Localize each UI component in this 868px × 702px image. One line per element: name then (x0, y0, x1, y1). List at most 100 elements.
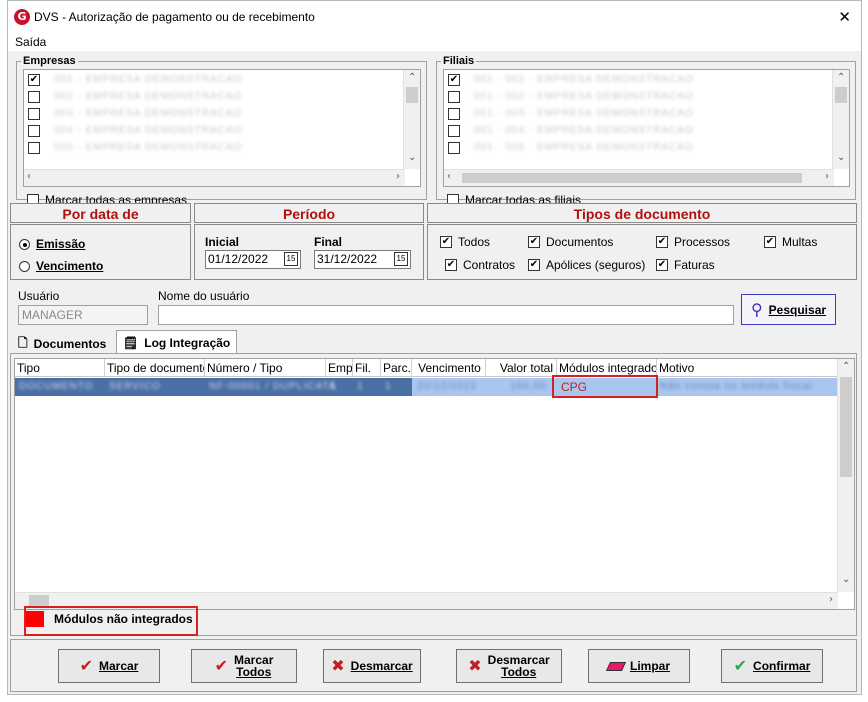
checkbox[interactable]: ✔ (528, 236, 540, 248)
tipos-panel: ✔ Todos ✔ Contratos ✔ Documentos ✔ Apólices … (427, 224, 857, 280)
confirmar-button[interactable]: ✔ Confirmar (721, 649, 823, 683)
checkbox-documentos[interactable]: ✔ Documentos (528, 235, 613, 249)
x-mark-icon: ✖ (331, 656, 345, 675)
window-title: DVS - Autorização de pagamento ou de rec… (34, 10, 315, 24)
checkbox[interactable] (448, 107, 460, 120)
scroll-down-icon[interactable]: ⌄ (837, 152, 845, 163)
main-window: G DVS - Autorização de pagamento ou de r… (7, 0, 862, 695)
checkbox-multas[interactable]: ✔ Multas (764, 235, 817, 249)
scroll-thumb[interactable] (835, 87, 847, 103)
scroll-thumb[interactable] (29, 595, 49, 606)
checkbox[interactable] (448, 124, 460, 137)
checkbox-todos[interactable]: ✔ Todos (440, 235, 490, 249)
por-data-panel: Emissão Vencimento (10, 224, 191, 280)
marcar-button[interactable]: ✔ Marcar (58, 649, 160, 683)
radio-button[interactable] (19, 260, 30, 272)
scroll-down-icon[interactable]: ⌄ (842, 574, 850, 585)
horizontal-scrollbar[interactable]: ‹ › (444, 169, 834, 186)
list-item[interactable]: ✔ 001 - 001 - EMPRESA DEMONSTRACAO (448, 71, 694, 88)
usuario-field[interactable]: MANAGER (18, 305, 148, 325)
grid-vertical-scrollbar[interactable]: ⌃ ⌄ (837, 359, 854, 592)
marcar-todos-button[interactable]: ✔ Marcar Todos (191, 649, 297, 683)
list-item[interactable]: 001 - 005 - EMPRESA DEMONSTRACAO (448, 139, 694, 156)
checkbox[interactable]: ✔ (656, 236, 668, 248)
col-header-emp[interactable]: Emp. (326, 359, 353, 377)
scroll-right-icon[interactable]: › (825, 171, 829, 182)
checkbox[interactable] (28, 141, 40, 154)
checkbox[interactable] (28, 107, 40, 120)
scroll-up-icon[interactable]: ⌃ (842, 361, 850, 372)
list-item[interactable]: 003 - EMPRESA DEMONSTRACAO (28, 105, 242, 122)
nome-usuario-label: Nome do usuário (158, 289, 250, 303)
scroll-up-icon[interactable]: ⌃ (837, 72, 845, 83)
checkbox[interactable] (448, 141, 460, 154)
integration-log-grid[interactable]: Tipo Tipo de documento Número / Tipo Emp… (14, 358, 855, 610)
menu-saida[interactable]: Saída (15, 35, 46, 49)
scroll-down-icon[interactable]: ⌄ (408, 152, 416, 163)
checkbox[interactable] (448, 90, 460, 103)
periodo-header: Período (194, 203, 424, 223)
filiais-list[interactable]: ✔ 001 - 001 - EMPRESA DEMONSTRACAO 001 - … (443, 69, 850, 187)
scroll-left-icon[interactable]: ‹ (27, 171, 31, 182)
list-item[interactable]: 001 - 004 - EMPRESA DEMONSTRACAO (448, 122, 694, 139)
table-row[interactable]: DOCUMENTO SERVICO NF-00001 / DUPLICATA 1… (15, 378, 838, 396)
checkbox[interactable]: ✔ (448, 73, 460, 86)
app-logo-icon: G (14, 9, 30, 25)
calendar-icon[interactable]: 15 (284, 252, 298, 266)
checkbox[interactable]: ✔ (28, 73, 40, 86)
desmarcar-todos-button[interactable]: ✖ Desmarcar Todos (456, 649, 562, 683)
vertical-scrollbar[interactable]: ⌃ ⌄ (403, 70, 420, 169)
col-header-valor-total[interactable]: Valor total (486, 359, 557, 377)
radio-button[interactable] (19, 238, 30, 250)
notepad-icon: 🗒 (123, 335, 139, 350)
empresas-list[interactable]: ✔ 001 - EMPRESA DEMONSTRACAO 002 - EMPRES… (23, 69, 421, 187)
checkbox[interactable] (28, 124, 40, 137)
vertical-scrollbar[interactable]: ⌃ ⌄ (832, 70, 849, 169)
checkbox-apolices[interactable]: ✔ Apólices (seguros) (528, 258, 645, 272)
tab-documentos[interactable]: 🗋 Documentos (12, 333, 112, 355)
scroll-left-icon[interactable]: ‹ (447, 171, 451, 182)
checkbox-contratos[interactable]: ✔ Contratos (445, 258, 515, 272)
x-mark-icon: ✖ (468, 656, 482, 675)
radio-vencimento[interactable]: Vencimento (19, 259, 103, 273)
col-header-numero-tipo[interactable]: Número / Tipo (205, 359, 326, 377)
radio-emissao[interactable]: Emissão (19, 237, 85, 251)
scroll-up-icon[interactable]: ⌃ (408, 72, 416, 83)
desmarcar-button[interactable]: ✖ Desmarcar (323, 649, 421, 683)
checkbox[interactable]: ✔ (656, 259, 668, 271)
checkbox[interactable]: ✔ (440, 236, 452, 248)
periodo-panel: Inicial 01/12/2022 15 Final 31/12/2022 1… (194, 224, 424, 280)
list-item[interactable]: 001 - 003 - EMPRESA DEMONSTRACAO (448, 105, 694, 122)
col-header-parc[interactable]: Parc. (381, 359, 412, 377)
close-icon[interactable]: ✕ (838, 8, 851, 26)
tab-log-integracao[interactable]: 🗒 Log Integração (116, 330, 238, 354)
list-item[interactable]: ✔ 001 - EMPRESA DEMONSTRACAO (28, 71, 242, 88)
list-item[interactable]: 002 - EMPRESA DEMONSTRACAO (28, 88, 242, 105)
calendar-icon[interactable]: 15 (394, 252, 408, 266)
list-item[interactable]: 001 - 002 - EMPRESA DEMONSTRACAO (448, 88, 694, 105)
scroll-thumb[interactable] (462, 173, 802, 183)
scroll-right-icon[interactable]: › (396, 171, 400, 182)
nome-usuario-field[interactable] (158, 305, 734, 325)
scroll-thumb[interactable] (840, 377, 852, 477)
checkbox[interactable]: ✔ (445, 259, 457, 271)
checkbox[interactable]: ✔ (528, 259, 540, 271)
pesquisar-button[interactable]: ⚲ Pesquisar (741, 294, 836, 325)
scroll-thumb[interactable] (406, 87, 418, 103)
col-header-fil[interactable]: Fil. (353, 359, 381, 377)
horizontal-scrollbar[interactable]: ‹ › (24, 169, 405, 186)
checkbox-faturas[interactable]: ✔ Faturas (656, 258, 715, 272)
col-header-tipo-documento[interactable]: Tipo de documento (105, 359, 205, 377)
list-item[interactable]: 004 - EMPRESA DEMONSTRACAO (28, 122, 242, 139)
col-header-tipo[interactable]: Tipo (15, 359, 105, 377)
inicial-date-input[interactable]: 01/12/2022 15 (205, 250, 301, 269)
col-header-motivo[interactable]: Motivo (657, 359, 838, 377)
limpar-button[interactable]: Limpar (588, 649, 690, 683)
final-date-input[interactable]: 31/12/2022 15 (314, 250, 411, 269)
col-header-vencimento[interactable]: Vencimento (412, 359, 486, 377)
checkbox[interactable] (28, 90, 40, 103)
checkbox-processos[interactable]: ✔ Processos (656, 235, 730, 249)
scroll-right-icon[interactable]: › (829, 594, 833, 605)
list-item[interactable]: 005 - EMPRESA DEMONSTRACAO (28, 139, 242, 156)
checkbox[interactable]: ✔ (764, 236, 776, 248)
